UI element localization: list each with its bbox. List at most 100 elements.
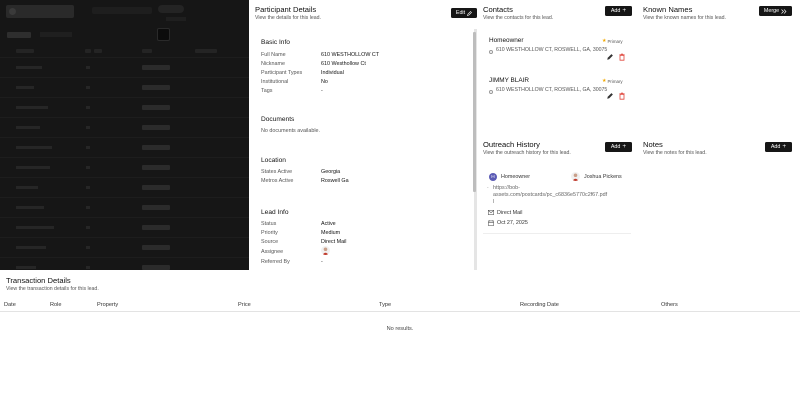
background-pill	[158, 5, 184, 13]
outreach-entry-card: H Homeowner Joshua Pickens · https://bob…	[483, 166, 631, 234]
column-header-property: Property	[97, 302, 119, 308]
basic-info-card: Basic Info Full Name 610 WESTHOLLOW CT N…	[261, 39, 467, 99]
known-names-subtitle: View the known names for this lead.	[643, 15, 726, 21]
background-table-row	[0, 257, 249, 270]
tags-value: -	[321, 88, 323, 94]
contact-address: 610 WESTHOLLOW CT, ROSWELL, GA, 30075	[496, 87, 608, 93]
outreach-date: Oct 27, 2025	[497, 220, 528, 226]
contact-name: JIMMY BLAIR	[489, 77, 530, 84]
background-subnav	[166, 17, 186, 21]
background-table-row	[0, 77, 249, 97]
contact-name: Homeowner	[489, 37, 524, 44]
trash-icon[interactable]	[618, 53, 626, 61]
outreach-channel: Direct Mail	[497, 210, 523, 216]
agent-avatar	[571, 172, 580, 181]
person-icon	[572, 173, 579, 181]
location-pin-icon	[489, 50, 493, 54]
contact-avatar: H	[489, 173, 497, 181]
pencil-icon[interactable]	[606, 92, 614, 100]
add-contact-button[interactable]: Add +	[605, 6, 632, 16]
outreach-history-title: Outreach History	[483, 140, 540, 149]
contacts-subtitle: View the contacts for this lead.	[483, 15, 554, 21]
transaction-details-title: Transaction Details	[6, 276, 71, 285]
tags-label: Tags	[261, 88, 273, 94]
primary-badge: ★ Primary	[602, 78, 623, 84]
add-note-button[interactable]: Add +	[765, 142, 792, 152]
outreach-link-line1[interactable]: https://bob-	[493, 185, 520, 191]
primary-label: Primary	[607, 38, 623, 44]
contact-card: Homeowner ★ Primary 610 WESTHOLLOW CT, RO…	[483, 37, 627, 71]
background-square-button	[157, 28, 170, 41]
app-logo	[6, 5, 74, 18]
institutional-value: No	[321, 79, 328, 85]
participant-details-scroll[interactable]: Basic Info Full Name 610 WESTHOLLOW CT N…	[255, 29, 477, 270]
trash-icon[interactable]	[618, 92, 626, 100]
star-icon: ★	[602, 38, 607, 44]
participant-details-subtitle: View the details for this lead.	[255, 15, 321, 21]
known-names-title: Known Names	[643, 5, 693, 14]
primary-label: Primary	[607, 78, 623, 84]
location-card: Location States Active Georgia Metros Ac…	[261, 157, 467, 187]
participant-scrollbar-thumb[interactable]	[473, 32, 476, 192]
background-table-header	[7, 49, 247, 54]
plus-icon: +	[622, 6, 627, 14]
add-note-label: Add	[770, 144, 781, 150]
location-pin-icon	[489, 90, 493, 94]
edit-label: Edit	[455, 10, 466, 16]
column-header-role: Role	[50, 302, 62, 308]
source-label: Source	[261, 239, 279, 245]
participant-types-label: Participant Types	[261, 70, 303, 76]
column-header-type: Type	[379, 302, 392, 308]
status-label: Status	[261, 221, 277, 227]
mail-icon	[488, 210, 494, 215]
add-outreach-button[interactable]: Add +	[605, 142, 632, 152]
full-name-value: 610 WESTHOLLOW CT	[321, 52, 380, 58]
transaction-details-subtitle: View the transaction details for this le…	[6, 286, 99, 292]
assignee-label: Assignee	[261, 249, 284, 255]
background-table-row	[0, 237, 249, 257]
referred-by-label: Referred By	[261, 259, 290, 265]
column-header-price: Price	[238, 302, 251, 308]
outreach-contact-name: Homeowner	[501, 174, 531, 180]
outreach-agent-name: Joshua Pickens	[584, 174, 622, 180]
states-active-value: Georgia	[321, 169, 341, 175]
star-icon: ★	[602, 78, 607, 84]
background-table-row	[0, 217, 249, 237]
edit-participant-button[interactable]: Edit	[451, 8, 477, 18]
states-active-label: States Active	[261, 169, 293, 175]
background-filter	[40, 32, 72, 37]
full-name-label: Full Name	[261, 52, 286, 58]
transactions-table-header: Date Role Property Price Type Recording …	[0, 298, 800, 312]
outreach-history-subtitle: View the outreach history for this lead.	[483, 150, 571, 156]
participant-types-value: Individual	[321, 70, 344, 76]
pencil-icon[interactable]	[606, 53, 614, 61]
background-app-overlay	[0, 0, 249, 270]
assignee-avatar[interactable]	[321, 246, 330, 255]
priority-value: Medium	[321, 230, 341, 236]
basic-info-title: Basic Info	[261, 39, 290, 46]
background-table-row	[0, 177, 249, 197]
contact-card: JIMMY BLAIR ★ Primary 610 WESTHOLLOW CT, …	[483, 77, 627, 107]
outreach-link-line3[interactable]: l	[493, 199, 494, 205]
lead-info-card: Lead Info Status Active Priority Medium …	[261, 209, 467, 270]
link-bullet: ·	[487, 185, 489, 191]
background-table-row	[0, 117, 249, 137]
metros-active-label: Metros Active	[261, 178, 294, 184]
lead-detail-drawer: Participant Details View the details for…	[249, 0, 800, 270]
background-table-row	[0, 97, 249, 117]
outreach-link-line2[interactable]: assets.com/postcards/pc_c6836e5770c2f67.…	[493, 192, 607, 198]
contact-address: 610 WESTHOLLOW CT, ROSWELL, GA, 30075	[496, 47, 608, 53]
metros-active-value: Roswell Ga	[321, 178, 349, 184]
location-title: Location	[261, 157, 286, 164]
person-icon	[322, 247, 329, 255]
source-value: Direct Mail	[321, 239, 347, 245]
background-table-row	[0, 157, 249, 177]
calendar-icon	[488, 220, 494, 226]
plus-icon: +	[622, 142, 627, 150]
documents-empty: No documents available.	[261, 128, 321, 134]
notes-subtitle: View the notes for this lead.	[643, 150, 707, 156]
merge-button[interactable]: Merge	[759, 6, 792, 16]
add-outreach-label: Add	[610, 144, 621, 150]
nickname-value: 610 Westhollow Ct	[321, 61, 366, 67]
transaction-details-section: Transaction Details View the transaction…	[0, 270, 800, 403]
